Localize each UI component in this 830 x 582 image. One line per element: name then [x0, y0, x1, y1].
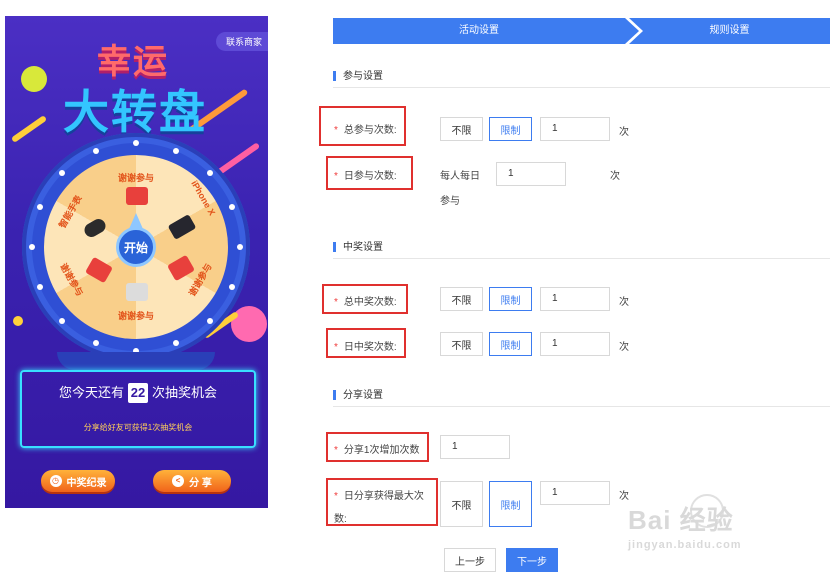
prize-label: 谢谢参与	[118, 173, 155, 183]
chance-panel: 您今天还有 22 次抽奖机会 分享给好友可获得1次抽奖机会	[20, 370, 256, 448]
chance-count: 22	[128, 383, 148, 403]
share-button[interactable]: < 分 享	[153, 470, 231, 492]
required-mark: *	[334, 342, 338, 353]
daily-participation-input[interactable]: 1	[496, 162, 566, 186]
wheel-light	[237, 244, 243, 250]
baidu-watermark: Bai 经验 jingyan.baidu.com	[628, 500, 742, 551]
daily-participation-text: 日参与次数:	[343, 171, 397, 182]
required-mark: *	[334, 445, 338, 456]
prize-wheel: 谢谢参与 iPhone X 智能手表 谢谢参与 谢谢参与 谢谢参与 开始	[22, 133, 250, 361]
unit-label: 次	[610, 171, 620, 182]
contact-merchant-button[interactable]: 联系商家	[215, 32, 268, 51]
share-icon: <	[172, 475, 185, 487]
planet-decoration	[21, 66, 47, 92]
daily-share-max-label-cont: 数:	[334, 514, 347, 525]
next-step-button[interactable]: 下一步	[506, 548, 558, 572]
unit-label: 次	[619, 297, 629, 308]
divider	[333, 87, 830, 88]
daily-share-max-text: 日分享获得最大次	[343, 491, 424, 502]
section-title: 参与设置	[343, 71, 383, 82]
watermark-brand: Bai 经验	[628, 505, 734, 535]
total-winning-text: 总中奖次数:	[343, 297, 397, 308]
lottery-preview: 联系商家 幸运 大转盘 谢谢参与 iPhone X 智能手表 谢谢参与 谢谢参与…	[5, 16, 268, 508]
total-participation-limit-button[interactable]: 限制	[489, 117, 532, 141]
total-participation-unlimited-button[interactable]: 不限	[440, 117, 483, 141]
share-hint: 分享给好友可获得1次抽奖机会	[83, 423, 193, 432]
section-title: 中奖设置	[343, 242, 383, 253]
wheel-light	[229, 283, 236, 290]
participate-text: 参与	[440, 196, 460, 207]
prize-records-label: 中奖纪录	[66, 477, 107, 489]
section-winning: 中奖设置	[333, 238, 383, 253]
start-spin-button[interactable]: 开始	[116, 227, 156, 267]
total-participation-input[interactable]: 1	[540, 117, 610, 141]
total-winning-input[interactable]: 1	[540, 287, 610, 311]
daily-share-limit-button[interactable]: 限制	[489, 481, 532, 527]
section-marker	[333, 390, 336, 401]
daily-winning-label: * 日中奖次数:	[334, 338, 397, 353]
step-rule-settings[interactable]: 规则设置	[629, 18, 830, 44]
prize-records-button[interactable]: ◷ 中奖纪录	[41, 470, 115, 492]
wheel-stand	[57, 352, 215, 370]
section-sharing: 分享设置	[333, 386, 383, 401]
required-mark: *	[334, 171, 338, 182]
clock-icon: ◷	[49, 475, 62, 487]
share-increase-input[interactable]: 1	[440, 435, 510, 459]
daily-share-unlimited-button[interactable]: 不限	[440, 481, 483, 527]
share-increase-text: 分享1次增加次数	[343, 445, 420, 456]
required-mark: *	[334, 125, 338, 136]
chance-line: 您今天还有 22 次抽奖机会	[22, 382, 254, 403]
daily-winning-limit-button[interactable]: 限制	[489, 332, 532, 356]
total-participation-label: * 总参与次数:	[334, 121, 397, 136]
wheel-light	[206, 317, 213, 324]
step-bar: 活动设置 规则设置	[333, 18, 830, 44]
required-mark: *	[334, 297, 338, 308]
section-marker	[333, 71, 336, 82]
envelope-icon	[126, 187, 148, 205]
total-winning-limit-button[interactable]: 限制	[489, 287, 532, 311]
daily-share-max-label: * 日分享获得最大次	[334, 487, 424, 502]
section-participation: 参与设置	[333, 67, 383, 82]
prize-label: 谢谢参与	[118, 311, 155, 321]
wheel-light	[36, 283, 43, 290]
chance-suffix: 次抽奖机会	[152, 385, 218, 400]
share-increase-label: * 分享1次增加次数	[334, 441, 419, 456]
daily-winning-input[interactable]: 1	[540, 332, 610, 356]
wheel-light	[172, 147, 179, 154]
wheel-light	[172, 340, 179, 347]
per-person-per-day-text: 每人每日	[440, 171, 480, 182]
daily-participation-label: * 日参与次数:	[334, 167, 397, 182]
daily-share-max-input[interactable]: 1	[540, 481, 610, 505]
unit-label: 次	[619, 127, 629, 138]
section-marker	[333, 242, 336, 253]
wheel-light	[29, 244, 35, 250]
divider	[333, 406, 830, 407]
required-mark: *	[334, 491, 338, 502]
watermark-url: jingyan.baidu.com	[628, 539, 742, 551]
wheel-light	[133, 140, 139, 146]
daily-winning-unlimited-button[interactable]: 不限	[440, 332, 483, 356]
divider	[333, 258, 830, 259]
daily-winning-text: 日中奖次数:	[343, 342, 397, 353]
share-label: 分 享	[189, 477, 212, 489]
total-participation-text: 总参与次数:	[343, 125, 397, 136]
unit-label: 次	[619, 342, 629, 353]
step-activity-settings[interactable]: 活动设置	[333, 18, 625, 44]
step-arrow	[625, 18, 639, 44]
section-title: 分享设置	[343, 390, 383, 401]
total-winning-label: * 总中奖次数:	[334, 293, 397, 308]
total-winning-unlimited-button[interactable]: 不限	[440, 287, 483, 311]
chance-prefix: 您今天还有	[58, 385, 124, 400]
box-icon	[126, 283, 148, 301]
previous-step-button[interactable]: 上一步	[444, 548, 496, 572]
